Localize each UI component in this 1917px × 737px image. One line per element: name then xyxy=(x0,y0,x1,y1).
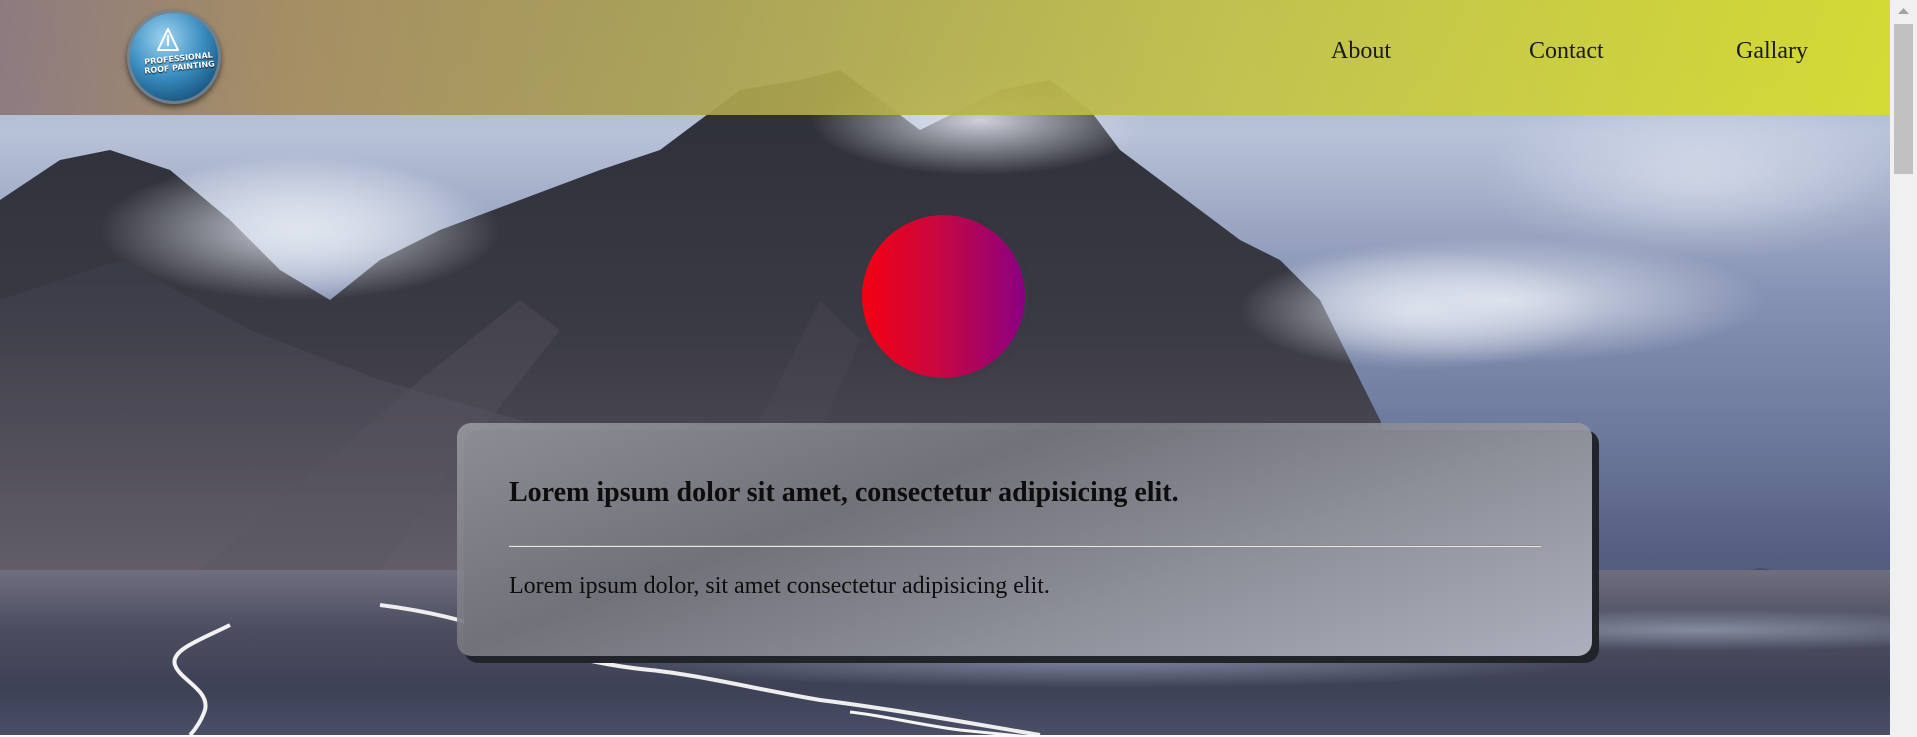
nav-contact-link[interactable]: Contact xyxy=(1529,38,1604,72)
scroll-up-arrow-icon[interactable] xyxy=(1890,0,1917,22)
nav-about-link[interactable]: About xyxy=(1331,38,1391,72)
card-title: Lorem ipsum dolor sit amet, consectetur … xyxy=(509,477,1179,508)
nav-gallary-link[interactable]: Gallary xyxy=(1736,38,1808,72)
card-text: Lorem ipsum dolor, sit amet consectetur … xyxy=(509,573,1050,599)
page: PROFESSIONAL ROOF PAINTING About Contact… xyxy=(0,0,1890,737)
scrollbar-thumb[interactable] xyxy=(1894,24,1913,174)
info-card: Lorem ipsum dolor sit amet, consectetur … xyxy=(457,423,1592,656)
card-divider xyxy=(509,545,1541,547)
roof-icon xyxy=(157,28,179,51)
roof-painting-logo-icon[interactable]: PROFESSIONAL ROOF PAINTING xyxy=(127,10,221,104)
logo-text: PROFESSIONAL ROOF PAINTING xyxy=(138,50,219,76)
site-header: PROFESSIONAL ROOF PAINTING About Contact… xyxy=(0,0,1890,115)
gradient-circle xyxy=(862,215,1025,378)
vertical-scrollbar[interactable] xyxy=(1890,0,1917,737)
